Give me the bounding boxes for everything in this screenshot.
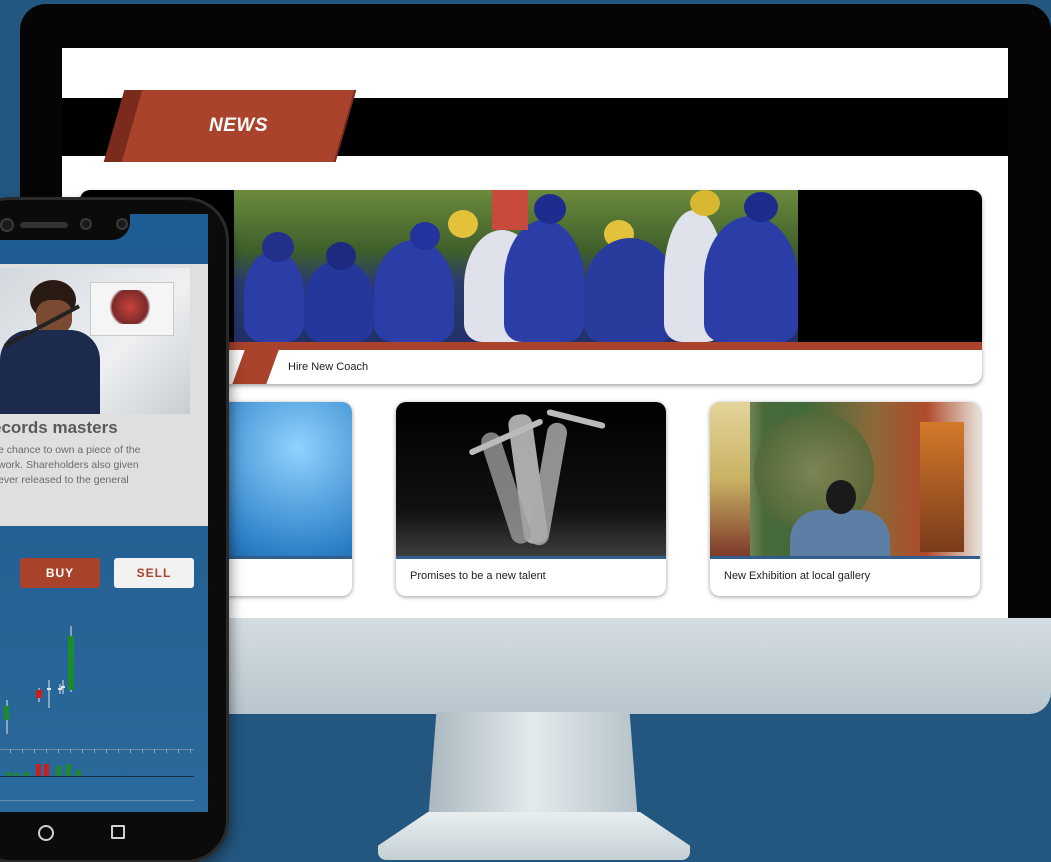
section-title: NEWS (208, 115, 268, 136)
sell-button[interactable]: SELL (114, 558, 194, 588)
phone-nav-bar (0, 812, 208, 850)
volume-bar (56, 766, 61, 776)
buy-button[interactable]: BUY (20, 558, 100, 588)
volume-bar (66, 764, 71, 776)
article-caption: Promises to be a new talent (410, 570, 546, 582)
monitor-stand-foot (378, 812, 690, 860)
phone-article-line: ever released to the general (0, 474, 129, 486)
volume-bar (44, 764, 49, 776)
featured-caption: Hire New Coach (288, 361, 369, 373)
home-nav-icon[interactable] (38, 825, 54, 841)
article-card-exhibition[interactable]: New Exhibition at local gallery (710, 402, 980, 596)
chart-bottom-line (0, 800, 194, 801)
recent-apps-icon[interactable] (111, 825, 125, 839)
candle (61, 680, 65, 694)
article-caption: New Exhibition at local gallery (724, 570, 871, 582)
camera-icon (0, 218, 14, 232)
dancers-photo (396, 402, 666, 556)
monitor-stand-neck (428, 712, 638, 822)
phone-article-line: e chance to own a piece of the (0, 444, 141, 456)
candle (68, 626, 74, 692)
gallery-photo (710, 402, 980, 556)
candle (4, 700, 9, 734)
article-card-talent[interactable]: Promises to be a new talent (396, 402, 666, 596)
volume-bar (36, 764, 41, 776)
chart-axis (0, 749, 194, 750)
football-photo (234, 190, 798, 342)
phone-article-body: e chance to own a piece of the work. Sha… (0, 443, 208, 488)
news-tag: NEWS (121, 90, 355, 162)
singer-photo (0, 268, 190, 414)
volume-baseline (0, 776, 194, 777)
phone-article-line: work. Shareholders also given (0, 459, 139, 471)
candle (47, 680, 51, 708)
sensor-icon (116, 218, 128, 230)
candle (36, 688, 42, 702)
camera-icon (80, 218, 92, 230)
phone-speaker (20, 222, 68, 228)
phone-article-title: ecords masters (0, 418, 118, 437)
